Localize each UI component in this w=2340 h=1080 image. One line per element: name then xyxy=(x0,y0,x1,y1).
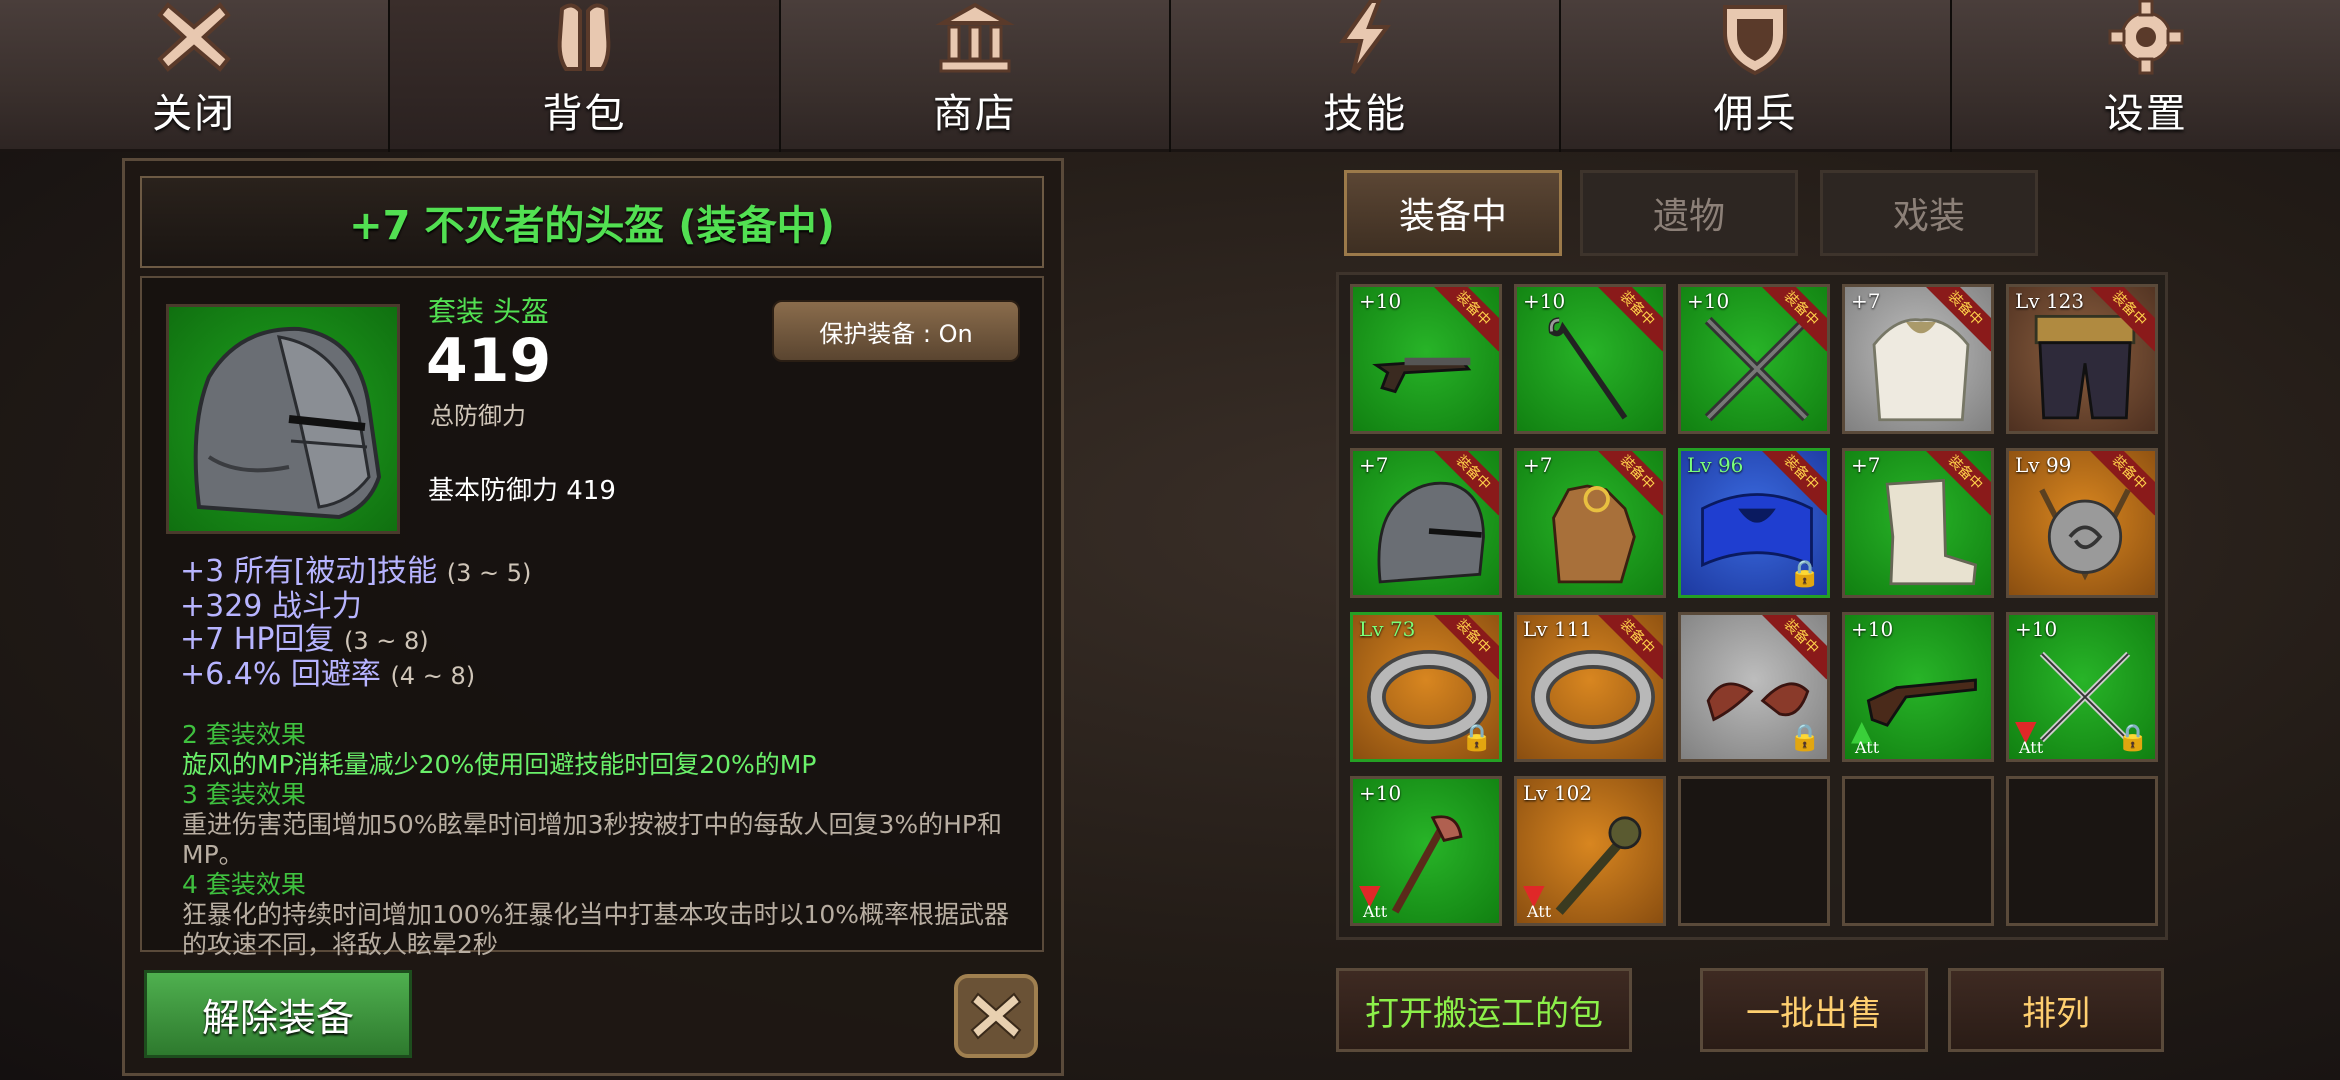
stat-line: +329 战斗力 xyxy=(180,589,362,624)
inventory-slot[interactable]: +10 装备中 xyxy=(1678,284,1830,434)
nav-label: 商店 xyxy=(932,91,1017,137)
item-level: +10 xyxy=(1523,289,1566,313)
item-level: +10 xyxy=(1359,289,1402,313)
inventory-slot[interactable]: +10 🔒 ▼ Att xyxy=(2006,612,2158,762)
set-effects: 2 套装效果 旋风的MP消耗量减少20%使用回避技能时回复20%的MP 3 套装… xyxy=(182,720,1022,960)
empty-inventory-slot[interactable] xyxy=(2006,776,2158,926)
inventory-slot[interactable]: +10 ▼ Att xyxy=(1350,776,1502,926)
item-stats: +3 所有[被动]技能 (3 ~ 5) +329 战斗力 +7 HP回复 (3 … xyxy=(180,555,531,693)
set-effect-3-text: 重进伤害范围增加50%眩晕时间增加3秒按被打中的每敌人回复3%的HP和MP。 xyxy=(182,810,1003,869)
inventory-slot[interactable]: Lv 123 装备中 xyxy=(2006,284,2158,434)
inventory-slot[interactable]: +7 装备中 xyxy=(1842,448,1994,598)
item-level: +7 xyxy=(1851,289,1881,313)
item-level: +10 xyxy=(1687,289,1730,313)
nav-settings[interactable]: 设置 xyxy=(1951,0,2340,152)
attack-compare-label: Att xyxy=(1363,902,1388,921)
bulk-sell-button[interactable]: 一批出售 xyxy=(1700,968,1928,1052)
item-image xyxy=(166,304,400,534)
attack-compare-label: Att xyxy=(1855,738,1880,757)
set-effect-2-text: 旋风的MP消耗量减少20%使用回避技能时回复20%的MP xyxy=(182,750,817,779)
inventory-slot[interactable]: +7 装备中 xyxy=(1842,284,1994,434)
empty-inventory-slot[interactable] xyxy=(1678,776,1830,926)
item-level: Lv 123 xyxy=(2015,289,2085,313)
set-effect-4-text: 狂暴化的持续时间增加100%狂暴化当中打基本攻击时以10%概率根据武器的攻速不同… xyxy=(182,900,1010,959)
empty-inventory-slot[interactable] xyxy=(1842,776,1994,926)
item-title: +7 不灭者的头盔 (装备中) xyxy=(349,203,835,249)
open-porter-bag-button[interactable]: 打开搬运工的包 xyxy=(1336,968,1632,1052)
sort-button[interactable]: 排列 xyxy=(1948,968,2164,1052)
knight-helmet-icon xyxy=(193,326,382,520)
stat-line: +3 所有[被动]技能 (3 ~ 5) xyxy=(180,554,532,589)
tab-equipped[interactable]: 装备中 xyxy=(1344,170,1562,256)
inventory-slot[interactable]: Lv 99 装备中 xyxy=(2006,448,2158,598)
nav-close[interactable]: 关闭 xyxy=(0,0,389,152)
set-effect-4-title: 4 套装效果 xyxy=(182,870,306,899)
stat-line: +6.4% 回避率 (4 ~ 8) xyxy=(180,657,476,692)
nav-label: 技能 xyxy=(1323,91,1408,137)
top-nav: 关闭 背包 商店 技能 佣兵 设置 xyxy=(0,0,2340,152)
item-level: +7 xyxy=(1359,453,1389,477)
nav-mercenary[interactable]: 佣兵 xyxy=(1561,0,1950,152)
close-detail-button[interactable] xyxy=(952,972,1040,1060)
stat-line: +7 HP回复 (3 ~ 8) xyxy=(180,622,429,657)
lock-icon: 🔒 xyxy=(1788,559,1821,589)
set-effect-2-title: 2 套装效果 xyxy=(182,720,306,749)
item-level: +10 xyxy=(1851,617,1894,641)
nav-shop[interactable]: 商店 xyxy=(780,0,1169,152)
item-level: Lv 102 xyxy=(1523,781,1593,805)
total-defense-value: 419 xyxy=(426,326,552,396)
nav-label: 设置 xyxy=(2103,91,2188,137)
shield-icon xyxy=(1713,0,1797,77)
nav-backpack[interactable]: 背包 xyxy=(390,0,779,152)
inventory-slot[interactable]: Lv 96 装备中 🔒 xyxy=(1678,448,1830,598)
set-effect-3-title: 3 套装效果 xyxy=(182,780,306,809)
item-level: Lv 111 xyxy=(1523,617,1593,641)
nav-skills[interactable]: 技能 xyxy=(1170,0,1560,152)
tab-relics[interactable]: 遗物 xyxy=(1580,170,1798,256)
inventory-slot[interactable]: Lv 73 装备中 🔒 xyxy=(1350,612,1502,762)
item-level: Lv 73 xyxy=(1359,617,1416,641)
item-level: +10 xyxy=(1359,781,1402,805)
unequip-button[interactable]: 解除装备 xyxy=(144,970,412,1058)
inventory-slot[interactable]: +7 装备中 xyxy=(1514,448,1666,598)
item-set-type: 套装 头盔 xyxy=(428,295,549,328)
base-defense: 基本防御力 419 xyxy=(428,476,616,506)
attack-compare-label: Att xyxy=(2019,738,2044,757)
inventory-slot[interactable]: Lv 102 ▼ Att xyxy=(1514,776,1666,926)
tab-costume[interactable]: 戏装 xyxy=(1820,170,2038,256)
close-x-icon xyxy=(954,974,1038,1058)
lock-icon: 🔒 xyxy=(1460,723,1493,753)
inventory-slot[interactable]: +10 装备中 xyxy=(1350,284,1502,434)
item-title-bar: +7 不灭者的头盔 (装备中) xyxy=(140,176,1044,268)
shop-building-icon xyxy=(933,0,1017,77)
item-level: Lv 96 xyxy=(1687,453,1744,477)
item-level: +10 xyxy=(2015,617,2058,641)
lock-icon: 🔒 xyxy=(2116,723,2149,753)
item-level: Lv 99 xyxy=(2015,453,2072,477)
inventory-slot[interactable]: +10 ▲ Att xyxy=(1842,612,1994,762)
inventory-slot[interactable]: +10 装备中 xyxy=(1514,284,1666,434)
nav-label: 关闭 xyxy=(152,91,237,137)
item-level: +7 xyxy=(1523,453,1553,477)
backpack-icon xyxy=(542,0,626,77)
item-level: +7 xyxy=(1851,453,1881,477)
inventory-slot[interactable]: 装备中 🔒 xyxy=(1678,612,1830,762)
protect-equipment-button[interactable]: 保护装备 : On xyxy=(772,300,1020,362)
close-x-icon xyxy=(152,0,236,77)
nav-label: 背包 xyxy=(542,91,627,137)
nav-label: 佣兵 xyxy=(1713,91,1798,137)
lightning-icon xyxy=(1323,0,1407,77)
inventory-slot[interactable]: +7 装备中 xyxy=(1350,448,1502,598)
lock-icon: 🔒 xyxy=(1788,723,1821,753)
gear-icon xyxy=(2104,0,2188,77)
attack-compare-label: Att xyxy=(1527,902,1552,921)
inventory-slot[interactable]: Lv 111 装备中 xyxy=(1514,612,1666,762)
total-defense-label: 总防御力 xyxy=(430,402,526,430)
